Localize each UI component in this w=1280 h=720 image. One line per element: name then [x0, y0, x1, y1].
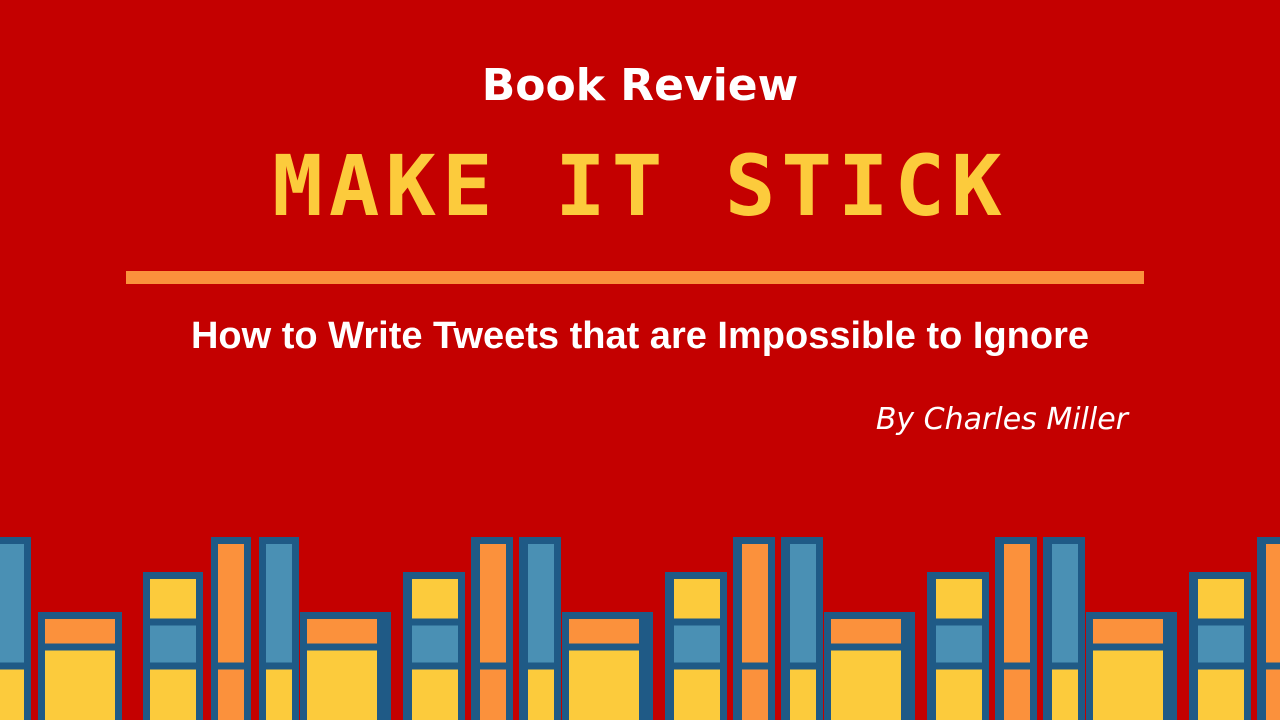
book-5-panel-1	[266, 544, 292, 663]
book-2-panel-2	[45, 650, 115, 720]
book-34-panel-1	[1198, 579, 1244, 619]
book-26-panel-2	[831, 650, 901, 720]
book-10-panel-1	[307, 619, 377, 644]
book-28-panel-1	[1004, 544, 1030, 663]
book-18-panel-2	[569, 650, 639, 720]
book-28-panel-2	[1004, 669, 1030, 720]
book-35-panel-2	[1266, 669, 1280, 720]
book-18-panel-1	[569, 619, 639, 644]
book-26-panel-1	[831, 619, 901, 644]
book-35-panel-1	[1266, 544, 1280, 663]
book-3-panel-1	[150, 579, 196, 619]
book-29-panel-2	[1052, 669, 1078, 720]
book-3-panel-3	[150, 669, 196, 720]
book-19-panel-1	[674, 579, 720, 619]
book-3-panel-2	[150, 625, 196, 663]
book-5-panel-2	[266, 669, 292, 720]
book-33-panel-2	[1093, 650, 1163, 720]
book-33-panel-1	[1093, 619, 1163, 644]
book-19-panel-2	[674, 625, 720, 663]
book-11-panel-1	[412, 579, 458, 619]
book-12-panel-1	[480, 544, 506, 663]
book-19-panel-3	[674, 669, 720, 720]
book-21-panel-1	[790, 544, 816, 663]
book-34-panel-3	[1198, 669, 1244, 720]
book-11-panel-2	[412, 625, 458, 663]
bookshelf-icon	[0, 537, 1280, 720]
book-2-panel-1	[45, 619, 115, 644]
book-1-panel-2	[0, 669, 24, 720]
book-11-panel-3	[412, 669, 458, 720]
book-10-panel-2	[307, 650, 377, 720]
book-27-panel-1	[936, 579, 982, 619]
book-21-panel-2	[790, 669, 816, 720]
cover-canvas: Book Review MAKE IT STICK How to Write T…	[0, 0, 1280, 720]
book-29-panel-1	[1052, 544, 1078, 663]
book-34-panel-2	[1198, 625, 1244, 663]
book-4-panel-1	[218, 544, 244, 663]
book-13-panel-1	[528, 544, 554, 663]
book-1-panel-1	[0, 544, 24, 663]
book-20-panel-1	[742, 544, 768, 663]
book-20-panel-2	[742, 669, 768, 720]
book-12-panel-2	[480, 669, 506, 720]
book-27-panel-2	[936, 625, 982, 663]
book-27-panel-3	[936, 669, 982, 720]
book-13-panel-2	[528, 669, 554, 720]
book-4-panel-2	[218, 669, 244, 720]
